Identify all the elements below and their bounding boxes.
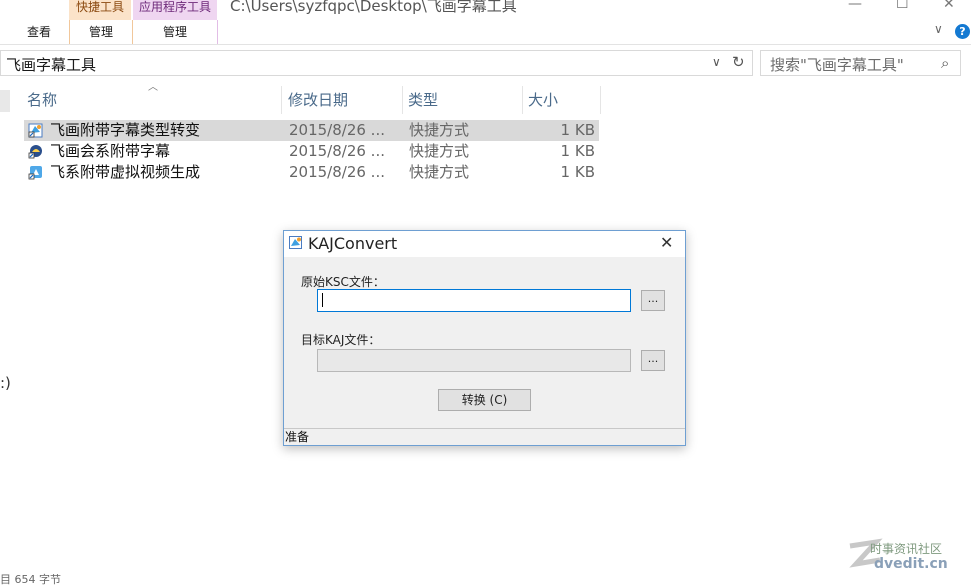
source-file-label: 原始KSC文件：: [301, 275, 385, 289]
column-header-date[interactable]: 修改日期: [285, 86, 403, 114]
ribbon-expand-chevron-icon[interactable]: ∨: [934, 22, 943, 36]
context-tab-app-tools[interactable]: 应用程序工具: [133, 0, 217, 20]
file-name: 飞系附带虚拟视频生成: [50, 163, 201, 181]
target-file-input[interactable]: [317, 349, 631, 372]
maximize-icon[interactable]: ☐: [896, 0, 909, 12]
target-file-label: 目标KAJ文件：: [301, 333, 381, 347]
close-window-icon[interactable]: ✕: [943, 0, 955, 12]
tab-manage-app[interactable]: 管理: [133, 20, 218, 44]
dialog-status-bar: 准备: [284, 428, 685, 445]
status-bar-text: 目 654 字节: [0, 573, 61, 586]
file-row[interactable]: 飞画附带字幕类型转变 2015/8/26 ... 快捷方式 1 KB: [24, 120, 599, 141]
file-name: 飞画会系附带字幕: [50, 142, 171, 160]
nav-pane-fragment: :): [0, 374, 11, 392]
column-header-name[interactable]: 名称: [24, 86, 282, 114]
address-dropdown-icon[interactable]: ∨: [712, 55, 721, 69]
dialog-titlebar[interactable]: KAJConvert ✕: [284, 231, 685, 257]
search-input[interactable]: 搜索"飞画字幕工具": [770, 54, 904, 75]
help-icon[interactable]: ?: [955, 24, 970, 39]
file-type: 快捷方式: [409, 142, 470, 160]
shortcut-file-icon: [28, 145, 42, 159]
watermark-logo: 时事资讯社区 dvedit.cn: [846, 534, 966, 578]
file-type: 快捷方式: [409, 121, 470, 139]
tab-view[interactable]: 查看: [27, 20, 51, 44]
shortcut-file-icon: [28, 123, 43, 138]
minimize-icon[interactable]: —: [848, 0, 862, 12]
convert-button[interactable]: 转换 (C): [438, 389, 531, 411]
browse-target-button[interactable]: ...: [641, 350, 665, 371]
search-icon[interactable]: ⌕: [941, 54, 949, 72]
address-bar[interactable]: 飞画字幕工具 ∨ ↻: [0, 50, 753, 76]
column-header-size[interactable]: 大小: [525, 86, 601, 114]
nav-pane-edge: [0, 90, 10, 112]
file-date: 2015/8/26 ...: [289, 163, 385, 181]
address-path: 飞画字幕工具: [6, 56, 97, 74]
file-row[interactable]: 飞画会系附带字幕 2015/8/26 ... 快捷方式 1 KB: [24, 141, 599, 162]
source-file-input[interactable]: [317, 289, 631, 312]
file-row[interactable]: 飞系附带虚拟视频生成 2015/8/26 ... 快捷方式 1 KB: [24, 162, 599, 183]
dialog-close-icon[interactable]: ✕: [660, 233, 673, 252]
search-box[interactable]: 搜索"飞画字幕工具" ⌕: [760, 50, 961, 76]
browse-source-button[interactable]: ...: [641, 290, 665, 311]
shortcut-file-icon: [28, 166, 42, 180]
ribbon: 快捷工具 应用程序工具 查看 管理 管理 C:\Users\syzfqpc\De…: [0, 0, 971, 45]
column-header-type[interactable]: 类型: [405, 86, 523, 114]
kajconvert-dialog: KAJConvert ✕ 原始KSC文件： ... 目标KAJ文件： ... 转…: [283, 230, 686, 446]
context-tab-shortcut-tools[interactable]: 快捷工具: [69, 0, 131, 20]
watermark-line1: 时事资讯社区: [870, 542, 943, 556]
watermark-line2: dvedit.cn: [874, 556, 948, 572]
text-caret: [322, 293, 323, 307]
file-type: 快捷方式: [409, 163, 470, 181]
app-icon: [289, 236, 302, 249]
file-size: 1 KB: [560, 142, 595, 160]
file-name: 飞画附带字幕类型转变: [50, 121, 201, 139]
file-size: 1 KB: [560, 163, 595, 181]
file-date: 2015/8/26 ...: [289, 121, 385, 139]
dialog-title: KAJConvert: [308, 234, 398, 253]
tab-manage-shortcut[interactable]: 管理: [69, 20, 133, 44]
window-title-path: C:\Users\syzfqpc\Desktop\飞画字幕工具: [230, 0, 517, 15]
file-size: 1 KB: [560, 121, 595, 139]
file-date: 2015/8/26 ...: [289, 142, 385, 160]
refresh-icon[interactable]: ↻: [732, 53, 745, 71]
